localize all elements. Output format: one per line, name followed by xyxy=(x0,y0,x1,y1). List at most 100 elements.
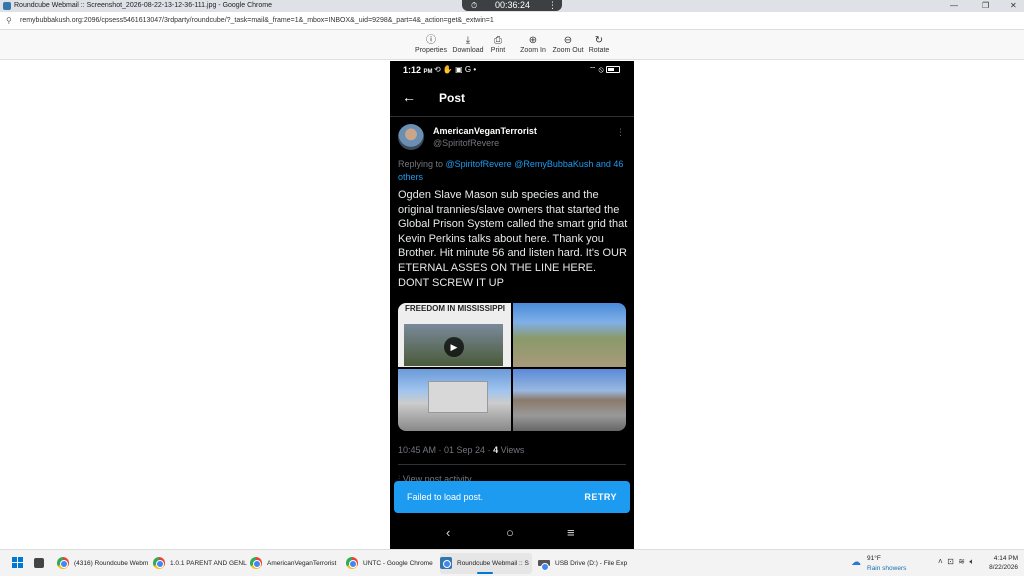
phone-status-bar: 1:12 PM ⟲ ✋ ▣ G • ⌔ ⦸ xyxy=(390,61,634,79)
stopwatch-icon: ⏱ xyxy=(471,1,478,10)
nav-home-icon[interactable]: ○ xyxy=(506,525,514,540)
author-name[interactable]: AmericanVeganTerrorist xyxy=(433,126,537,136)
status-notification-icons: ⟲ ✋ ▣ G • xyxy=(434,65,477,74)
timer-menu-icon[interactable]: ⋮ xyxy=(548,0,557,11)
post-header: ← Post xyxy=(390,83,634,113)
zoom-out-icon: ⊖ xyxy=(563,35,573,46)
header-divider xyxy=(390,116,634,117)
roundcube-favicon-icon xyxy=(3,2,11,10)
nav-recents-icon[interactable]: ≡ xyxy=(567,525,575,540)
chrome-icon xyxy=(250,557,262,569)
media-image-mountains[interactable] xyxy=(513,369,626,431)
battery-icon xyxy=(606,66,620,73)
windows-start-icon[interactable] xyxy=(12,557,24,569)
taskbar-clock[interactable]: 4:14 PM 8/22/2026 xyxy=(984,554,1018,572)
chrome-icon xyxy=(440,557,452,569)
rain-cloud-icon: ☁ xyxy=(851,557,861,568)
weather-temp: 91°F xyxy=(867,555,881,562)
zoom-in-label: Zoom In xyxy=(520,47,546,54)
print-button[interactable]: ⎙ Print xyxy=(488,34,508,58)
volume-icon[interactable]: 🔈︎ xyxy=(969,557,974,566)
show-hidden-icons-icon[interactable]: ˄ xyxy=(938,557,943,566)
phone-screenshot: 1:12 PM ⟲ ✋ ▣ G • ⌔ ⦸ ← Post AmericanVeg… xyxy=(390,61,634,549)
nav-back-icon[interactable]: ‹ xyxy=(446,525,450,540)
recording-timer[interactable]: ⏱ 00:36:24 ⋮ xyxy=(462,0,562,11)
download-icon: ⤓ xyxy=(465,35,471,46)
views-label: Views xyxy=(498,445,525,455)
rotate-button[interactable]: ↻ Rotate xyxy=(587,34,611,58)
retry-button[interactable]: RETRY xyxy=(584,492,617,502)
taskbar-item-parent-genl[interactable]: 1.0.1 PARENT AND GENL xyxy=(153,553,247,574)
taskbar-item-americanveganterrorist[interactable]: AmericanVeganTerrorist xyxy=(250,553,342,574)
taskbar-item-label: UNTC - Google Chrome xyxy=(363,560,433,567)
weather-desc: Rain showers xyxy=(867,565,907,572)
status-signal-icons: ⌔ ⦸ xyxy=(589,65,620,75)
chrome-icon xyxy=(57,557,69,569)
post-body: Ogden Slave Mason sub species and the or… xyxy=(398,189,628,289)
meta-divider xyxy=(398,464,626,465)
window-title: Roundcube Webmail :: Screenshot_2026-08-… xyxy=(14,2,272,9)
post-meta: 10:45 AM · 01 Sep 24 · 4 Views xyxy=(398,445,524,455)
media-video-thumbnail[interactable]: FREEDOM IN MISSISSIPPI ▶ xyxy=(398,303,511,367)
taskbar-item-roundcube-webmail[interactable]: Roundcube Webmail :: S xyxy=(440,553,532,574)
network-icon[interactable]: ⊡ xyxy=(947,557,954,566)
taskbar-item-label: AmericanVeganTerrorist xyxy=(267,560,337,567)
windows-taskbar: (4316) Roundcube Webm 1.0.1 PARENT AND G… xyxy=(0,549,1024,576)
media-grid: FREEDOM IN MISSISSIPPI ▶ xyxy=(398,303,626,431)
zoom-in-icon: ⊕ xyxy=(528,35,538,46)
address-bar[interactable]: ⚲ remybubbakush.org:2096/cpsess546161304… xyxy=(0,12,1024,30)
error-toast: Failed to load post. RETRY xyxy=(394,481,630,513)
taskbar-item-usb-drive[interactable]: USB Drive (D:) - File Exp xyxy=(538,553,630,574)
download-button[interactable]: ⤓ Download xyxy=(452,34,484,58)
site-info-icon[interactable]: ⚲ xyxy=(6,16,12,25)
download-label: Download xyxy=(452,47,484,54)
clock-time: 4:14 PM xyxy=(993,555,1018,562)
usb-drive-icon xyxy=(538,560,550,571)
rotate-icon: ↻ xyxy=(594,35,604,46)
taskbar-item-roundcube[interactable]: (4316) Roundcube Webm xyxy=(57,553,149,574)
zoom-out-label: Zoom Out xyxy=(552,47,584,54)
android-nav-bar: ‹ ○ ≡ xyxy=(390,519,634,549)
task-view-icon[interactable] xyxy=(34,558,44,568)
chrome-icon xyxy=(153,557,165,569)
taskbar-item-label: 1.0.1 PARENT AND GENL xyxy=(170,560,247,567)
system-tray[interactable]: ˄ ⊡ ≋ 🔈︎ xyxy=(938,557,974,567)
avatar[interactable] xyxy=(398,124,424,150)
back-arrow-icon[interactable]: ← xyxy=(402,89,416,105)
post-header-title: Post xyxy=(439,91,466,105)
close-icon[interactable]: ✕ xyxy=(1010,1,1017,10)
rotate-label: Rotate xyxy=(588,47,610,54)
play-icon[interactable]: ▶ xyxy=(444,337,464,357)
reply-prefix: Replying to xyxy=(398,159,446,169)
properties-label: Properties xyxy=(415,47,447,54)
print-icon: ⎙ xyxy=(494,35,502,46)
browser-title-bar: Roundcube Webmail :: Screenshot_2026-08-… xyxy=(0,0,1024,12)
wifi-icon[interactable]: ≋ xyxy=(958,557,965,566)
more-options-icon[interactable]: ⋮ xyxy=(616,127,625,138)
chrome-icon xyxy=(346,557,358,569)
status-time: 1:12 PM xyxy=(403,65,433,75)
replying-to: Replying to @SpiritofRevere @RemyBubbaKu… xyxy=(398,158,634,184)
media-image-field[interactable] xyxy=(513,303,626,367)
zoom-in-button[interactable]: ⊕ Zoom In xyxy=(518,34,548,58)
media-image-building[interactable] xyxy=(398,369,511,431)
author-handle[interactable]: @SpiritofRevere xyxy=(433,138,499,148)
minimize-icon[interactable]: — xyxy=(950,1,958,10)
clock-date: 8/22/2026 xyxy=(989,564,1018,571)
url-text[interactable]: remybubbakush.org:2096/cpsess5461613047/… xyxy=(20,17,494,24)
print-label: Print xyxy=(490,47,506,54)
info-icon: ⓘ xyxy=(426,35,436,46)
zoom-out-button[interactable]: ⊖ Zoom Out xyxy=(551,34,585,58)
taskbar-item-label: USB Drive (D:) - File Exp xyxy=(555,560,628,567)
toast-message: Failed to load post. xyxy=(407,492,484,502)
post-timestamp: 10:45 AM · 01 Sep 24 · xyxy=(398,445,494,455)
timer-value: 00:36:24 xyxy=(495,0,531,10)
building-shape xyxy=(428,381,488,413)
media-caption: FREEDOM IN MISSISSIPPI xyxy=(405,304,506,313)
properties-button[interactable]: ⓘ Properties xyxy=(414,34,448,58)
maximize-icon[interactable]: ❐ xyxy=(982,1,989,10)
viewer-toolbar: ⓘ Properties ⤓ Download ⎙ Print ⊕ Zoom I… xyxy=(0,30,1024,60)
taskbar-item-untc[interactable]: UNTC - Google Chrome xyxy=(346,553,438,574)
taskbar-item-label: Roundcube Webmail :: S xyxy=(457,560,529,567)
taskbar-item-label: (4316) Roundcube Webm xyxy=(74,560,149,567)
